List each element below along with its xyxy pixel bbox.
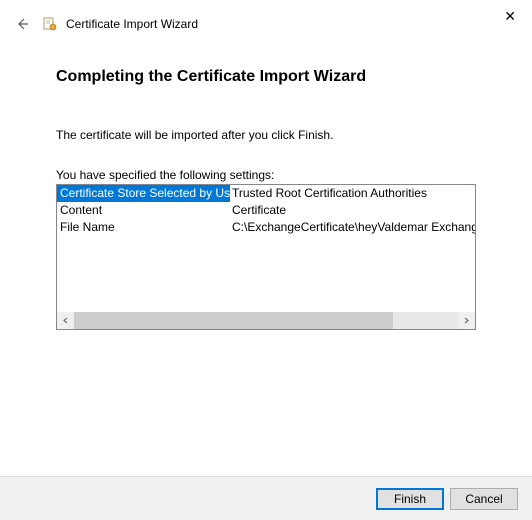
header-title: Certificate Import Wizard [66, 17, 198, 31]
settings-list: Certificate Store Selected by User Trust… [56, 184, 476, 330]
page-heading: Completing the Certificate Import Wizard [56, 68, 476, 86]
content-area: Completing the Certificate Import Wizard… [0, 48, 532, 330]
scroll-thumb[interactable] [74, 312, 393, 329]
scroll-right-icon[interactable] [458, 312, 475, 329]
description-text: The certificate will be imported after y… [56, 128, 476, 142]
table-row[interactable]: File Name C:\ExchangeCertificate\heyVald… [57, 219, 475, 236]
certificate-wizard-icon [42, 16, 58, 32]
settings-caption: You have specified the following setting… [56, 168, 476, 182]
cancel-button[interactable]: Cancel [450, 488, 518, 510]
scroll-left-icon[interactable] [57, 312, 74, 329]
wizard-header: Certificate Import Wizard [0, 0, 532, 48]
horizontal-scrollbar[interactable] [57, 312, 475, 329]
footer-bar: Finish Cancel [0, 476, 532, 520]
setting-value: C:\ExchangeCertificate\heyValdemar Excha… [230, 219, 475, 236]
scroll-track[interactable] [74, 312, 458, 329]
table-row[interactable]: Content Certificate [57, 202, 475, 219]
setting-label: Content [57, 202, 230, 219]
table-row[interactable]: Certificate Store Selected by User Trust… [57, 185, 475, 202]
setting-value: Certificate [230, 202, 286, 219]
setting-label: File Name [57, 219, 230, 236]
setting-value: Trusted Root Certification Authorities [230, 185, 427, 202]
finish-button[interactable]: Finish [376, 488, 444, 510]
back-arrow-icon[interactable] [12, 14, 32, 34]
setting-label: Certificate Store Selected by User [57, 185, 230, 202]
